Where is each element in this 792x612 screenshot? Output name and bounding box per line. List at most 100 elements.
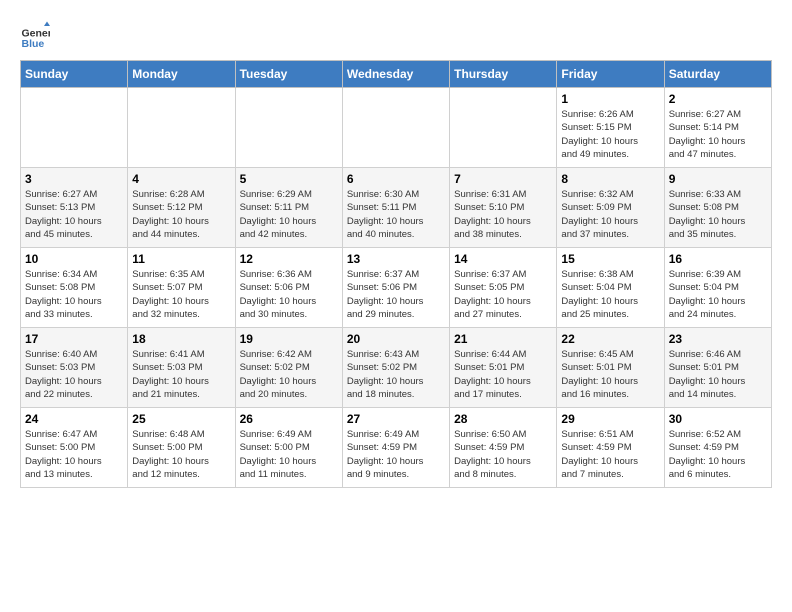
- day-number: 1: [561, 92, 659, 106]
- day-cell: 19 Sunrise: 6:42 AM Sunset: 5:02 PM Dayli…: [235, 328, 342, 408]
- day-number: 16: [669, 252, 767, 266]
- day-info: Sunrise: 6:52 AM Sunset: 4:59 PM Dayligh…: [669, 428, 767, 481]
- day-cell: 29Sunrise: 6:51 AM Sunset: 4:59 PM Dayli…: [557, 408, 664, 488]
- day-cell: 11 Sunrise: 6:35 AM Sunset: 5:07 PM Dayli…: [128, 248, 235, 328]
- day-number: 27: [347, 412, 445, 426]
- day-info: Sunrise: 6:42 AM Sunset: 5:02 PM Dayligh…: [240, 348, 338, 401]
- day-cell: 13 Sunrise: 6:37 AM Sunset: 5:06 PM Dayli…: [342, 248, 449, 328]
- day-cell: 3 Sunrise: 6:27 AM Sunset: 5:13 PM Daylig…: [21, 168, 128, 248]
- svg-text:Blue: Blue: [22, 38, 45, 50]
- day-info: Sunrise: 6:50 AM Sunset: 4:59 PM Dayligh…: [454, 428, 552, 481]
- week-row-2: 3 Sunrise: 6:27 AM Sunset: 5:13 PM Daylig…: [21, 168, 772, 248]
- day-cell: [21, 88, 128, 168]
- day-info: Sunrise: 6:45 AM Sunset: 5:01 PM Dayligh…: [561, 348, 659, 401]
- day-number: 14: [454, 252, 552, 266]
- day-number: 24: [25, 412, 123, 426]
- day-cell: 15 Sunrise: 6:38 AM Sunset: 5:04 PM Dayli…: [557, 248, 664, 328]
- day-number: 2: [669, 92, 767, 106]
- day-cell: [128, 88, 235, 168]
- day-number: 15: [561, 252, 659, 266]
- day-cell: 10 Sunrise: 6:34 AM Sunset: 5:08 PM Dayli…: [21, 248, 128, 328]
- day-info: Sunrise: 6:30 AM Sunset: 5:11 PM Dayligh…: [347, 188, 445, 241]
- day-info: Sunrise: 6:47 AM Sunset: 5:00 PM Dayligh…: [25, 428, 123, 481]
- day-info: Sunrise: 6:40 AM Sunset: 5:03 PM Dayligh…: [25, 348, 123, 401]
- day-cell: 9Sunrise: 6:33 AM Sunset: 5:08 PM Daylig…: [664, 168, 771, 248]
- day-info: Sunrise: 6:48 AM Sunset: 5:00 PM Dayligh…: [132, 428, 230, 481]
- day-cell: 16 Sunrise: 6:39 AM Sunset: 5:04 PM Dayli…: [664, 248, 771, 328]
- day-info: Sunrise: 6:37 AM Sunset: 5:06 PM Dayligh…: [347, 268, 445, 321]
- day-info: Sunrise: 6:39 AM Sunset: 5:04 PM Dayligh…: [669, 268, 767, 321]
- day-number: 5: [240, 172, 338, 186]
- day-info: Sunrise: 6:28 AM Sunset: 5:12 PM Dayligh…: [132, 188, 230, 241]
- day-cell: 22 Sunrise: 6:45 AM Sunset: 5:01 PM Dayli…: [557, 328, 664, 408]
- week-row-3: 10 Sunrise: 6:34 AM Sunset: 5:08 PM Dayli…: [21, 248, 772, 328]
- day-cell: 4 Sunrise: 6:28 AM Sunset: 5:12 PM Daylig…: [128, 168, 235, 248]
- day-cell: 12 Sunrise: 6:36 AM Sunset: 5:06 PM Dayli…: [235, 248, 342, 328]
- day-cell: 17 Sunrise: 6:40 AM Sunset: 5:03 PM Dayli…: [21, 328, 128, 408]
- day-cell: 8 Sunrise: 6:32 AM Sunset: 5:09 PM Daylig…: [557, 168, 664, 248]
- day-cell: 14Sunrise: 6:37 AM Sunset: 5:05 PM Dayli…: [450, 248, 557, 328]
- day-number: 13: [347, 252, 445, 266]
- day-header-monday: Monday: [128, 61, 235, 88]
- logo-icon: General Blue: [20, 20, 50, 50]
- day-info: Sunrise: 6:41 AM Sunset: 5:03 PM Dayligh…: [132, 348, 230, 401]
- day-cell: 5 Sunrise: 6:29 AM Sunset: 5:11 PM Daylig…: [235, 168, 342, 248]
- day-info: Sunrise: 6:49 AM Sunset: 5:00 PM Dayligh…: [240, 428, 338, 481]
- day-cell: 28 Sunrise: 6:50 AM Sunset: 4:59 PM Dayli…: [450, 408, 557, 488]
- day-info: Sunrise: 6:31 AM Sunset: 5:10 PM Dayligh…: [454, 188, 552, 241]
- day-cell: 7Sunrise: 6:31 AM Sunset: 5:10 PM Daylig…: [450, 168, 557, 248]
- calendar-table: SundayMondayTuesdayWednesdayThursdayFrid…: [20, 60, 772, 488]
- day-number: 4: [132, 172, 230, 186]
- day-number: 6: [347, 172, 445, 186]
- day-info: Sunrise: 6:35 AM Sunset: 5:07 PM Dayligh…: [132, 268, 230, 321]
- day-info: Sunrise: 6:29 AM Sunset: 5:11 PM Dayligh…: [240, 188, 338, 241]
- day-header-wednesday: Wednesday: [342, 61, 449, 88]
- day-cell: 2 Sunrise: 6:27 AM Sunset: 5:14 PM Daylig…: [664, 88, 771, 168]
- day-header-sunday: Sunday: [21, 61, 128, 88]
- week-row-5: 24 Sunrise: 6:47 AM Sunset: 5:00 PM Dayli…: [21, 408, 772, 488]
- day-info: Sunrise: 6:32 AM Sunset: 5:09 PM Dayligh…: [561, 188, 659, 241]
- day-number: 30: [669, 412, 767, 426]
- day-number: 10: [25, 252, 123, 266]
- day-number: 12: [240, 252, 338, 266]
- day-cell: 21 Sunrise: 6:44 AM Sunset: 5:01 PM Dayli…: [450, 328, 557, 408]
- day-info: Sunrise: 6:38 AM Sunset: 5:04 PM Dayligh…: [561, 268, 659, 321]
- day-number: 25: [132, 412, 230, 426]
- day-cell: 30 Sunrise: 6:52 AM Sunset: 4:59 PM Dayli…: [664, 408, 771, 488]
- day-number: 22: [561, 332, 659, 346]
- day-cell: 23Sunrise: 6:46 AM Sunset: 5:01 PM Dayli…: [664, 328, 771, 408]
- day-info: Sunrise: 6:36 AM Sunset: 5:06 PM Dayligh…: [240, 268, 338, 321]
- day-number: 19: [240, 332, 338, 346]
- day-info: Sunrise: 6:43 AM Sunset: 5:02 PM Dayligh…: [347, 348, 445, 401]
- day-cell: 18 Sunrise: 6:41 AM Sunset: 5:03 PM Dayli…: [128, 328, 235, 408]
- day-cell: 25 Sunrise: 6:48 AM Sunset: 5:00 PM Dayli…: [128, 408, 235, 488]
- day-number: 11: [132, 252, 230, 266]
- page-header: General Blue: [20, 20, 772, 50]
- week-row-4: 17 Sunrise: 6:40 AM Sunset: 5:03 PM Dayli…: [21, 328, 772, 408]
- day-header-saturday: Saturday: [664, 61, 771, 88]
- day-info: Sunrise: 6:44 AM Sunset: 5:01 PM Dayligh…: [454, 348, 552, 401]
- day-info: Sunrise: 6:27 AM Sunset: 5:13 PM Dayligh…: [25, 188, 123, 241]
- day-info: Sunrise: 6:49 AM Sunset: 4:59 PM Dayligh…: [347, 428, 445, 481]
- day-info: Sunrise: 6:34 AM Sunset: 5:08 PM Dayligh…: [25, 268, 123, 321]
- calendar-header-row: SundayMondayTuesdayWednesdayThursdayFrid…: [21, 61, 772, 88]
- day-cell: [235, 88, 342, 168]
- day-number: 17: [25, 332, 123, 346]
- day-number: 26: [240, 412, 338, 426]
- day-cell: 27 Sunrise: 6:49 AM Sunset: 4:59 PM Dayli…: [342, 408, 449, 488]
- day-number: 18: [132, 332, 230, 346]
- day-info: Sunrise: 6:33 AM Sunset: 5:08 PM Dayligh…: [669, 188, 767, 241]
- week-row-1: 1Sunrise: 6:26 AM Sunset: 5:15 PM Daylig…: [21, 88, 772, 168]
- day-header-friday: Friday: [557, 61, 664, 88]
- day-header-tuesday: Tuesday: [235, 61, 342, 88]
- day-number: 8: [561, 172, 659, 186]
- day-number: 3: [25, 172, 123, 186]
- day-number: 21: [454, 332, 552, 346]
- day-number: 28: [454, 412, 552, 426]
- day-number: 20: [347, 332, 445, 346]
- day-info: Sunrise: 6:46 AM Sunset: 5:01 PM Dayligh…: [669, 348, 767, 401]
- day-number: 29: [561, 412, 659, 426]
- logo: General Blue: [20, 20, 54, 50]
- day-cell: 24 Sunrise: 6:47 AM Sunset: 5:00 PM Dayli…: [21, 408, 128, 488]
- day-info: Sunrise: 6:27 AM Sunset: 5:14 PM Dayligh…: [669, 108, 767, 161]
